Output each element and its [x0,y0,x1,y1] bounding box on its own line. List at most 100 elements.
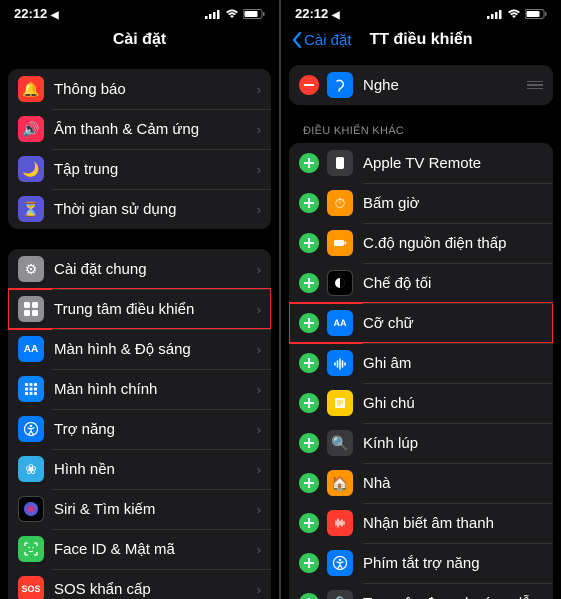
row-sound[interactable]: 🔊 Âm thanh & Cảm ứng › [8,109,271,149]
control-center-label: Trung tâm điều khiển [54,301,257,318]
notifications-icon: 🔔 [18,76,44,102]
add-button[interactable] [299,513,319,533]
add-button[interactable] [299,433,319,453]
signal-icon [487,9,503,19]
lowpower-label: C.độ nguồn điện thấp [363,235,543,252]
add-button[interactable] [299,193,319,213]
textsize-icon: AA [327,310,353,336]
chevron-left-icon [291,31,302,49]
general-icon: ⚙ [18,256,44,282]
location-icon: ◀ [51,10,59,21]
darkmode-icon [327,270,353,296]
row-appletv[interactable]: Apple TV Remote [289,143,553,183]
chevron-icon: › [257,302,261,317]
row-notes[interactable]: Ghi chú [289,383,553,423]
chevron-icon: › [257,202,261,217]
hearing-icon [327,72,353,98]
row-focus[interactable]: 🌙 Tập trung › [8,149,271,189]
appletv-label: Apple TV Remote [363,155,543,172]
included-group: Nghe [289,65,553,105]
faceid-icon [18,536,44,562]
wallpaper-icon: ❀ [18,456,44,482]
notifications-label: Thông báo [54,81,257,98]
remove-button[interactable] [299,75,319,95]
row-control-center[interactable]: Trung tâm điều khiển › [8,289,271,329]
chevron-icon: › [257,422,261,437]
row-display[interactable]: AA Màn hình & Độ sáng › [8,329,271,369]
row-stopwatch[interactable]: ⏱ Bấm giờ [289,183,553,223]
settings-group-2: ⚙ Cài đặt chung › Trung tâm điều khiển ›… [8,249,271,599]
row-textsize[interactable]: AA Cỡ chữ [289,303,553,343]
add-button[interactable] [299,313,319,333]
chevron-icon: › [257,342,261,357]
row-screentime[interactable]: ⏳ Thời gian sử dụng › [8,189,271,229]
add-button[interactable] [299,553,319,573]
content-area: Nghe ĐIỀU KHIỂN KHÁC Apple TV Remote ⏱ B… [281,59,561,599]
wifi-icon [507,9,521,19]
add-button[interactable] [299,233,319,253]
general-label: Cài đặt chung [54,261,257,278]
row-accessibility[interactable]: Trợ năng › [8,409,271,449]
status-icons [205,9,265,19]
lowpower-icon [327,230,353,256]
row-lowpower[interactable]: C.độ nguồn điện thấp [289,223,553,263]
row-home[interactable]: Màn hình chính › [8,369,271,409]
row-hearing[interactable]: Nghe [289,65,553,105]
row-voice[interactable]: Ghi âm [289,343,553,383]
status-icons [487,9,547,19]
chevron-icon: › [257,502,261,517]
header: Cài đặt TT điều khiển [281,23,561,59]
screentime-icon: ⏳ [18,196,44,222]
add-button[interactable] [299,593,319,599]
row-wallpaper[interactable]: ❀ Hình nền › [8,449,271,489]
control-center-icon [18,296,44,322]
magnifier-label: Kính lúp [363,435,543,452]
header: Cài đặt [0,23,279,59]
textsize-label: Cỡ chữ [363,315,543,332]
row-siri[interactable]: Siri & Tìm kiếm › [8,489,271,529]
notes-icon [327,390,353,416]
row-sos[interactable]: SOS SOS khẩn cấp › [8,569,271,599]
add-button[interactable] [299,473,319,493]
notes-label: Ghi chú [363,395,543,412]
add-button[interactable] [299,393,319,413]
add-button[interactable] [299,153,319,173]
a11y-icon [327,550,353,576]
display-icon: AA [18,336,44,362]
sound-label: Âm thanh & Cảm ứng [54,121,257,138]
settings-group-1: 🔔 Thông báo › 🔊 Âm thanh & Cảm ứng › 🌙 T… [8,69,271,229]
row-a11y[interactable]: Phím tắt trợ năng [289,543,553,583]
homekit-label: Nhà [363,475,543,492]
left-phone: 22:12 ◀ Cài đặt 🔔 Thông báo › 🔊 Âm thanh… [0,0,279,599]
voice-icon [327,350,353,376]
row-notifications[interactable]: 🔔 Thông báo › [8,69,271,109]
status-bar: 22:12 ◀ [281,0,561,23]
guided-label: Truy cập được hướng dẫn [363,595,543,599]
page-title: Cài đặt [113,31,166,49]
row-soundrec[interactable]: Nhận biết âm thanh [289,503,553,543]
faceid-label: Face ID & Mật mã [54,541,257,558]
chevron-icon: › [257,162,261,177]
stopwatch-icon: ⏱ [327,190,353,216]
appletv-icon [327,150,353,176]
row-faceid[interactable]: Face ID & Mật mã › [8,529,271,569]
right-phone: 22:12 ◀ Cài đặt TT điều khiển Nghe ĐIỀU … [281,0,561,599]
chevron-icon: › [257,582,261,597]
accessibility-icon [18,416,44,442]
chevron-icon: › [257,542,261,557]
row-darkmode[interactable]: Chế độ tối [289,263,553,303]
row-general[interactable]: ⚙ Cài đặt chung › [8,249,271,289]
chevron-icon: › [257,82,261,97]
status-time: 22:12 [295,6,328,21]
sound-icon: 🔊 [18,116,44,142]
add-button[interactable] [299,353,319,373]
add-button[interactable] [299,273,319,293]
back-button[interactable]: Cài đặt [291,31,352,49]
soundrec-label: Nhận biết âm thanh [363,515,543,532]
status-bar: 22:12 ◀ [0,0,279,23]
row-homekit[interactable]: 🏠 Nhà [289,463,553,503]
voice-label: Ghi âm [363,355,543,372]
row-magnifier[interactable]: 🔍 Kính lúp [289,423,553,463]
row-guided[interactable]: 🔒 Truy cập được hướng dẫn [289,583,553,599]
drag-handle-icon[interactable] [527,81,543,90]
